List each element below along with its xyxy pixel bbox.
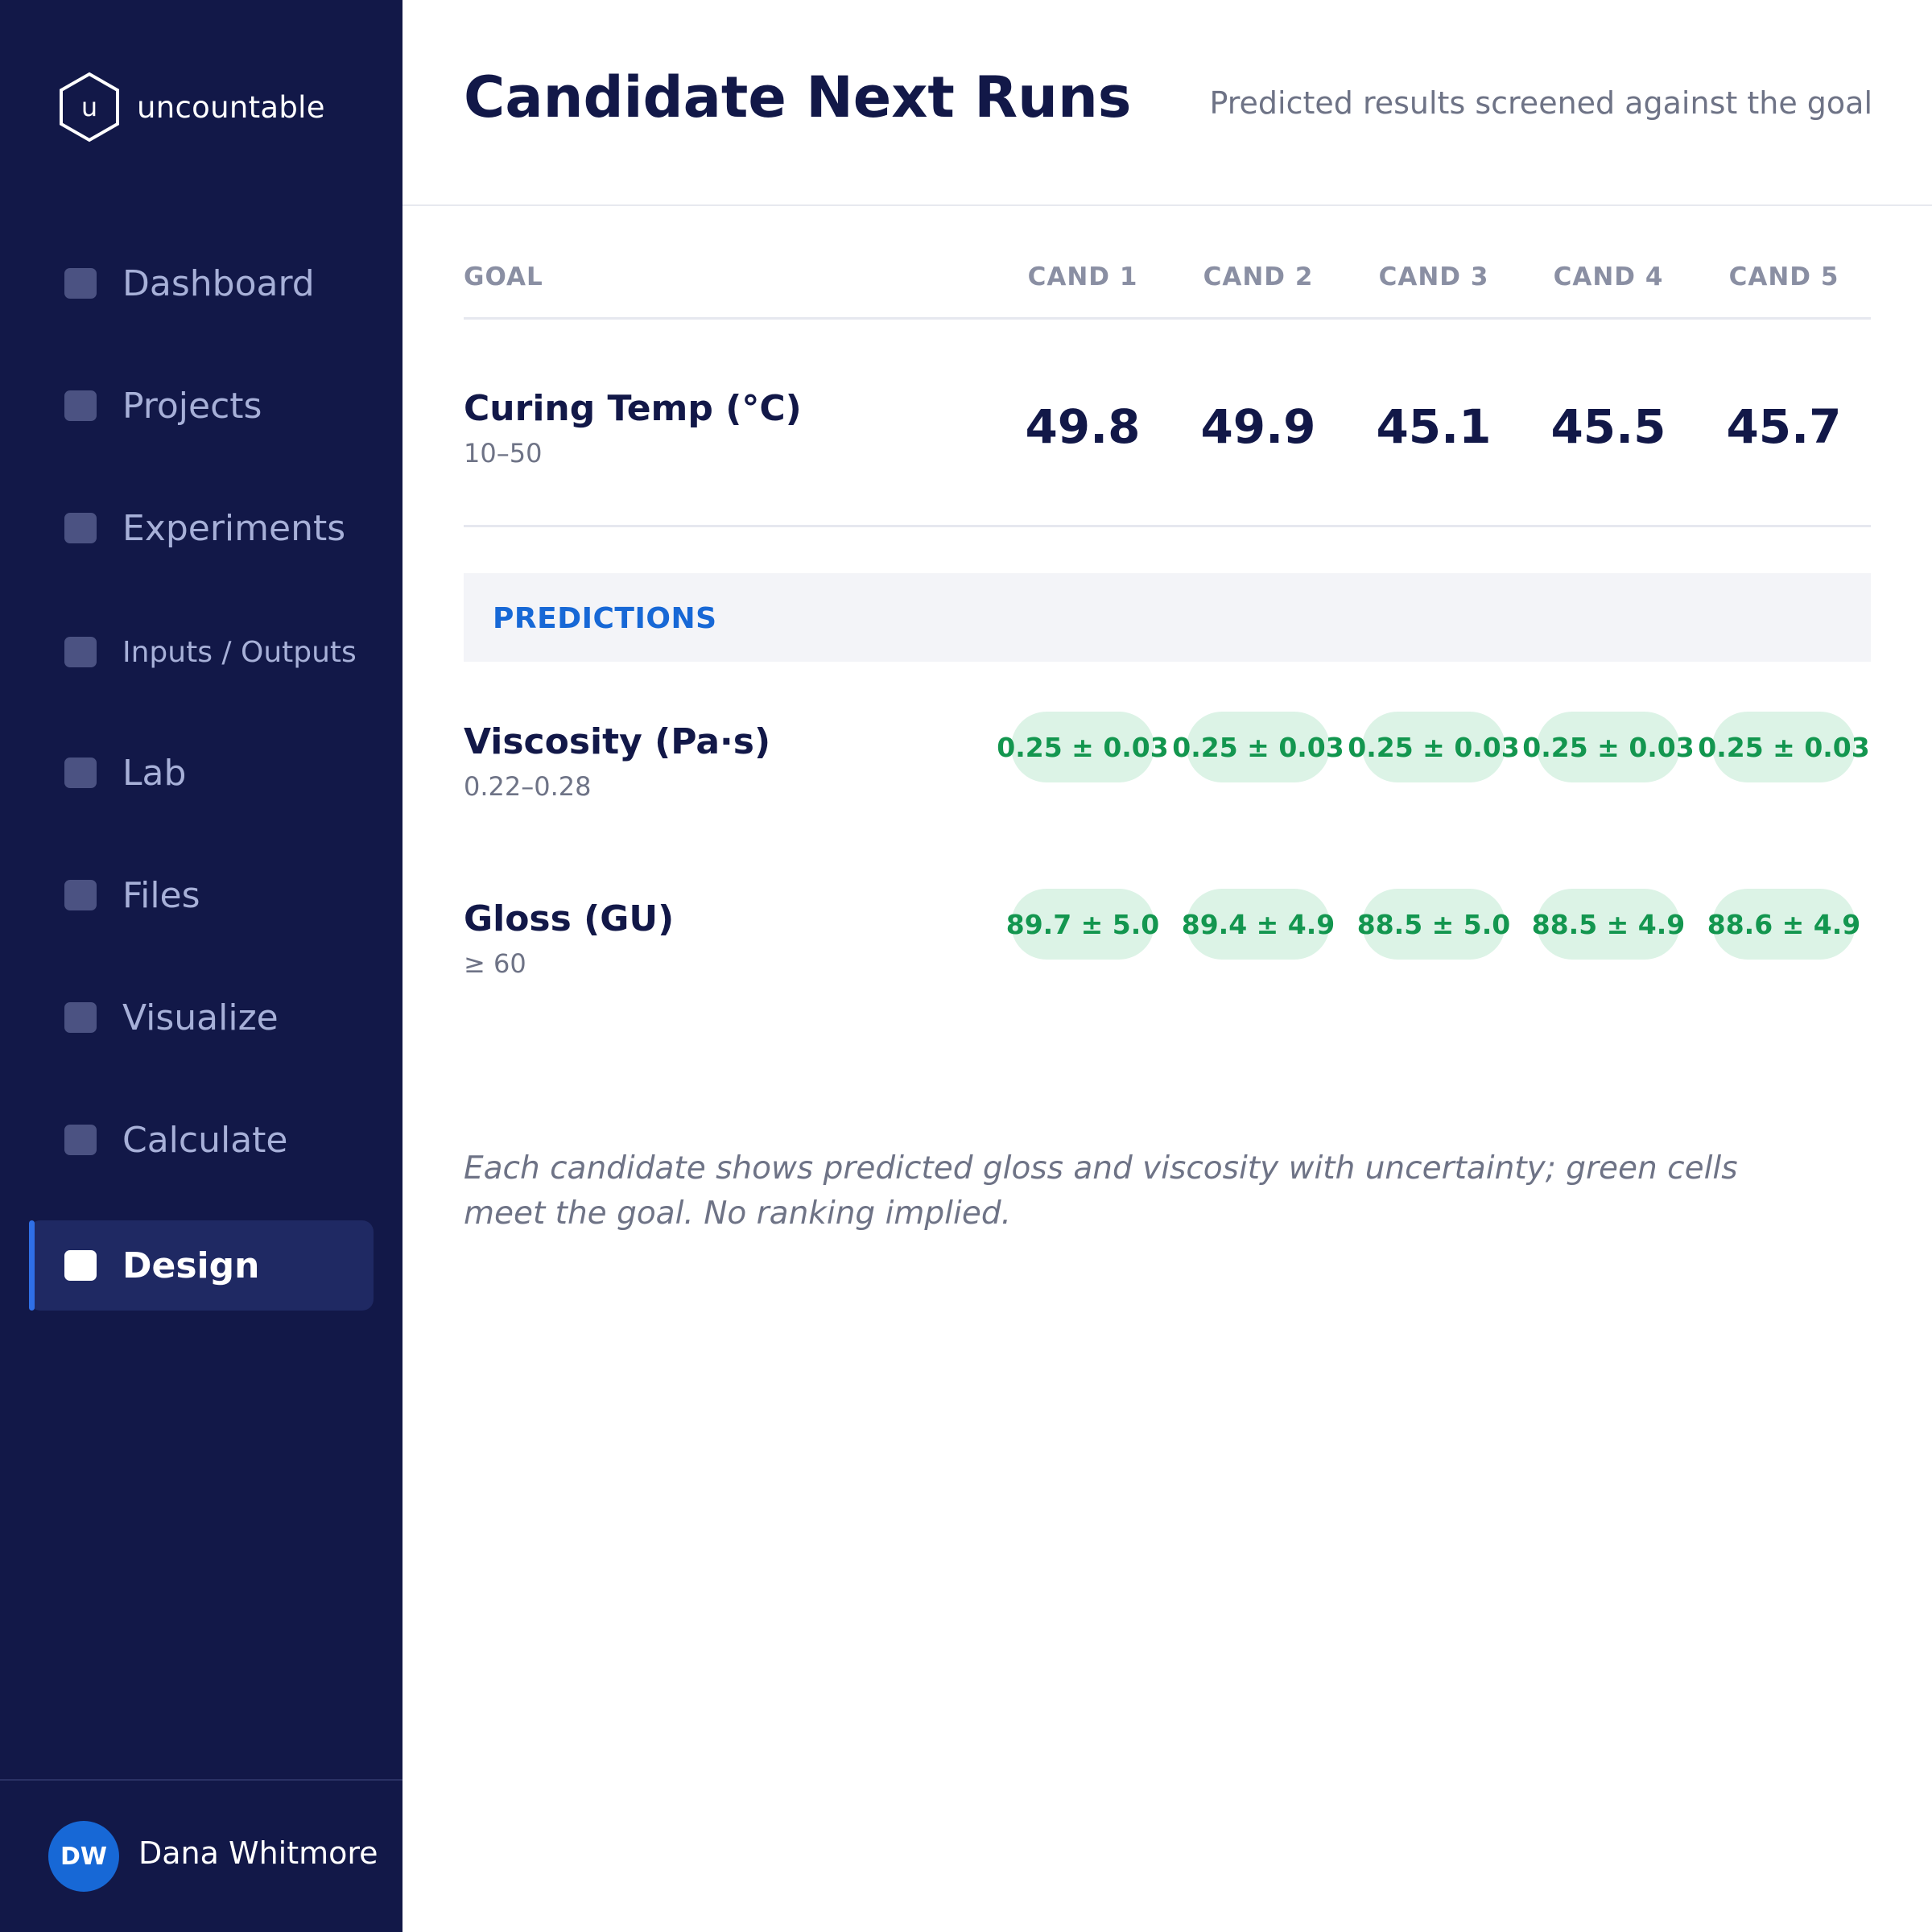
prediction-cell[interactable]: 88.5 ± 5.0 — [1357, 889, 1510, 960]
sidebar-item-projects[interactable]: Projects — [29, 361, 374, 451]
sidebar-item-label: Files — [122, 874, 200, 916]
visualize-icon — [64, 1002, 97, 1033]
sidebar-item-label: Projects — [122, 385, 262, 427]
prediction-cell[interactable]: 88.6 ± 4.9 — [1707, 889, 1860, 960]
prediction-cell[interactable]: 0.25 ± 0.03 — [1348, 712, 1520, 782]
dashboard-icon — [64, 268, 97, 299]
input-value[interactable]: 45.5 — [1528, 399, 1689, 454]
inputs-outputs-icon — [64, 637, 97, 667]
prediction-cell[interactable]: 0.25 ± 0.03 — [997, 712, 1169, 782]
prediction-cell[interactable]: 89.7 ± 5.0 — [1006, 889, 1159, 960]
input-value[interactable]: 49.8 — [1002, 399, 1163, 454]
prediction-row-label: Viscosity (Pa·s) — [464, 721, 771, 762]
candidate-column-header[interactable]: CAND 3 — [1349, 262, 1518, 291]
prediction-cell[interactable]: 0.25 ± 0.03 — [1698, 712, 1870, 782]
inputs-divider — [464, 525, 1871, 527]
sidebar-item-label: Calculate — [122, 1119, 288, 1161]
candidate-column-header[interactable]: CAND 1 — [998, 262, 1167, 291]
sidebar-item-label: Design — [122, 1245, 260, 1286]
user-name: Dana Whitmore — [138, 1835, 378, 1871]
user-profile[interactable]: DW Dana Whitmore — [0, 1779, 402, 1932]
sidebar-item-experiments[interactable]: Experiments — [29, 483, 374, 573]
main-content: Candidate Next Runs Predicted results sc… — [402, 0, 1932, 1932]
candidate-column-header[interactable]: CAND 5 — [1699, 262, 1868, 291]
input-value[interactable]: 49.9 — [1178, 399, 1339, 454]
prediction-row-range: ≥ 60 — [464, 948, 526, 979]
sidebar-item-visualize[interactable]: Visualize — [29, 972, 374, 1063]
page-header: Candidate Next Runs Predicted results sc… — [402, 0, 1932, 206]
input-value[interactable]: 45.7 — [1703, 399, 1864, 454]
avatar: DW — [48, 1821, 119, 1892]
candidate-column-header[interactable]: CAND 4 — [1524, 262, 1693, 291]
files-icon — [64, 880, 97, 910]
input-row-label: Curing Temp (°C) — [464, 388, 802, 429]
prediction-cell[interactable]: 89.4 ± 4.9 — [1182, 889, 1335, 960]
predictions-title: PREDICTIONS — [493, 602, 717, 635]
design-icon — [64, 1250, 97, 1281]
sidebar-item-dashboard[interactable]: Dashboard — [29, 238, 374, 328]
sidebar-item-label: Inputs / Outputs — [122, 635, 357, 669]
sidebar-item-inputs-outputs[interactable]: Inputs / Outputs — [29, 607, 374, 697]
prediction-cell[interactable]: 88.5 ± 4.9 — [1532, 889, 1685, 960]
sidebar-item-label: Lab — [122, 752, 187, 794]
lab-icon — [64, 758, 97, 788]
prediction-row-label: Gloss (GU) — [464, 898, 675, 939]
input-row-range: 10–50 — [464, 438, 543, 469]
prediction-cell[interactable]: 0.25 ± 0.03 — [1172, 712, 1344, 782]
input-value[interactable]: 45.1 — [1353, 399, 1514, 454]
sidebar-item-label: Visualize — [122, 997, 279, 1038]
sidebar: u uncountable Dashboard Projects Experim… — [0, 0, 402, 1932]
sidebar-item-calculate[interactable]: Calculate — [29, 1095, 374, 1185]
sidebar-item-label: Dashboard — [122, 262, 315, 304]
sidebar-item-label: Experiments — [122, 507, 346, 549]
projects-icon — [64, 390, 97, 421]
brand-name: uncountable — [137, 89, 325, 125]
brand-logo-letter: u — [80, 92, 98, 122]
candidate-column-header[interactable]: CAND 2 — [1174, 262, 1343, 291]
experiments-icon — [64, 513, 97, 543]
predictions-section-header: PREDICTIONS — [464, 573, 1871, 662]
brand[interactable]: u uncountable — [58, 71, 325, 143]
brand-logo-icon: u — [58, 72, 121, 142]
prediction-cell[interactable]: 0.25 ± 0.03 — [1522, 712, 1695, 782]
goal-column-header: GOAL — [464, 262, 543, 291]
footnote: Each candidate shows predicted gloss and… — [464, 1150, 1738, 1232]
app-window: u uncountable Dashboard Projects Experim… — [0, 0, 1932, 1932]
calculate-icon — [64, 1125, 97, 1155]
sidebar-item-files[interactable]: Files — [29, 850, 374, 940]
sidebar-item-lab[interactable]: Lab — [29, 728, 374, 818]
header-divider — [464, 317, 1871, 320]
prediction-row-range: 0.22–0.28 — [464, 771, 592, 802]
sidebar-item-design[interactable]: Design — [29, 1220, 374, 1311]
page-subtitle: Predicted results screened against the g… — [1209, 85, 1872, 121]
page-title: Candidate Next Runs — [464, 64, 1132, 130]
